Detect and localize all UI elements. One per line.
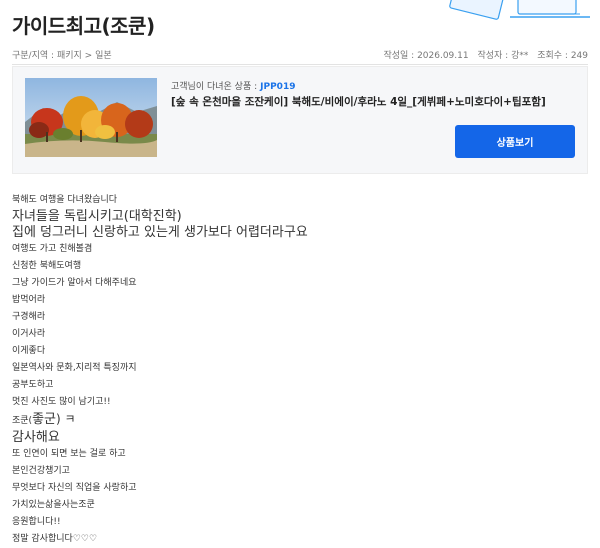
review-line: 가치있는삶을사는조쿤 xyxy=(12,500,95,510)
review-line: 멋진 사진도 많이 남기고!! xyxy=(12,397,111,407)
review-line: 조쿤(좋군) ㅋ xyxy=(12,411,582,430)
product-name[interactable]: [숲 속 온천마을 조잔케이] 북해도/비에이/후라노 4일_[게뷔페+노미호다… xyxy=(171,94,575,109)
review-line: 응원합니다!! xyxy=(12,517,61,527)
review-line-part: 좋군 xyxy=(32,412,56,427)
review-line: 무엇보다 자신의 직업을 사랑하고 xyxy=(12,483,137,493)
review-line-part: ) ㅋ xyxy=(56,412,76,426)
review-line: 본인건강챙기고 xyxy=(12,466,70,476)
breadcrumb-separator: : xyxy=(51,51,55,61)
meta-row: 구분/지역 : 패키지 > 일본 작성일 : 2026.09.11 작성자 : … xyxy=(12,48,588,62)
visited-label-text: 고객님이 다녀온 상품 : xyxy=(171,82,258,92)
post-author: 작성자 : 강** xyxy=(477,51,529,61)
breadcrumb-category: 구분/지역 xyxy=(12,51,49,61)
review-line: 구경해라 xyxy=(12,312,46,322)
review-line: 여행도 가고 친해볼겸 xyxy=(12,244,93,254)
product-thumbnail[interactable] xyxy=(25,78,157,157)
autumn-trees-photo-icon xyxy=(25,78,157,157)
review-line: 또 인연이 되면 보는 걸로 하고 xyxy=(12,449,126,459)
review-line: 이거사라 xyxy=(12,329,46,339)
review-line: 밥먹어라 xyxy=(12,295,46,305)
breadcrumb-separator: > xyxy=(84,51,93,61)
view-product-button[interactable]: 상품보기 xyxy=(455,125,575,158)
post-views: 조회수 : 249 xyxy=(537,51,588,61)
breadcrumb-japan[interactable]: 일본 xyxy=(95,51,112,61)
review-line: 정말 감사합니다♡♡♡ xyxy=(12,534,98,544)
product-card: 고객님이 다녀온 상품 : JPP019 [숲 속 온천마을 조잔케이] 북해도/… xyxy=(12,66,588,174)
product-visited-label: 고객님이 다녀온 상품 : JPP019 xyxy=(171,79,295,92)
post-info: 작성일 : 2026.09.11 작성자 : 강** 조회수 : 249 xyxy=(377,48,588,61)
divider xyxy=(12,64,588,65)
review-line: 일본역사와 문화,지리적 특징까지 xyxy=(12,363,137,373)
review-line: 북해도 여행을 다녀왔습니다 xyxy=(12,195,118,205)
review-line: 감사해요 xyxy=(12,430,60,445)
product-code[interactable]: JPP019 xyxy=(260,82,295,92)
laptop-illustration-icon xyxy=(449,0,590,20)
post-date: 작성일 : 2026.09.11 xyxy=(383,51,469,61)
review-line: 신청한 북해도여행 xyxy=(12,261,82,271)
review-line-part: 조쿤( xyxy=(12,416,33,426)
review-line: 자녀들을 독립시키고(대학진학) xyxy=(12,209,182,224)
breadcrumb: 구분/지역 : 패키지 > 일본 xyxy=(12,48,112,61)
review-line: 그냥 가이드가 알아서 다해주네요 xyxy=(12,278,137,288)
review-line: 이게좋다 xyxy=(12,346,46,356)
page-title: 가이드최고(조쿤) xyxy=(12,14,155,38)
review-line: 집에 덩그러니 신랑하고 있는게 생가보다 어렵더라구요 xyxy=(12,225,308,240)
review-line: 공부도하고 xyxy=(12,380,54,390)
breadcrumb-package[interactable]: 패키지 xyxy=(57,51,82,61)
review-body: 북해도 여행을 다녀왔습니다자녀들을 독립시키고(대학진학) 집에 덩그러니 신랑… xyxy=(12,192,582,548)
